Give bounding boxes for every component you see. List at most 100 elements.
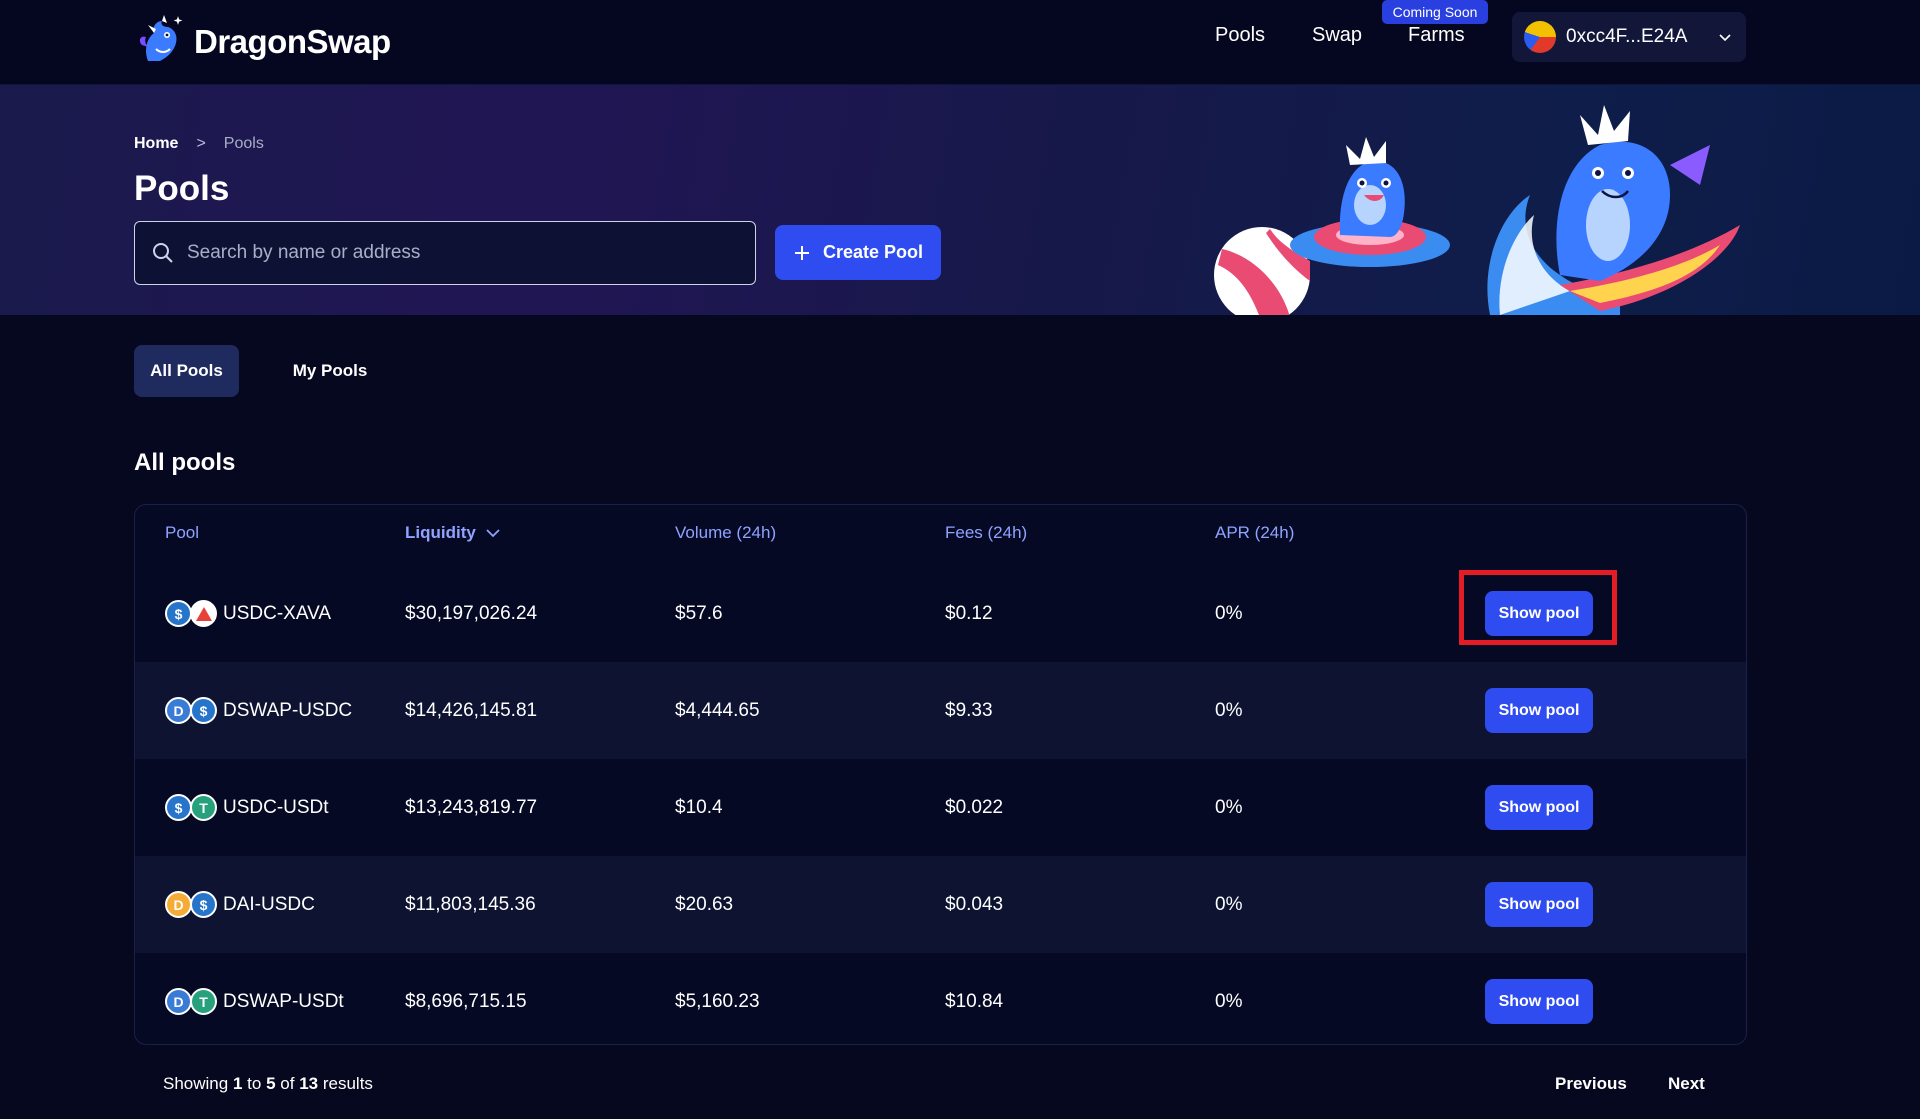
action-cell: Show pool [1485,856,1593,953]
token-pair-icons: D $ [165,891,217,918]
range-to: 5 [266,1074,276,1093]
pool-name[interactable]: USDC-XAVA [223,603,331,625]
token-pair-icons: $ T [165,794,217,821]
wallet-avatar [1524,21,1556,53]
nav-farms-link[interactable]: Farms [1408,24,1465,47]
pool-cell: D $ DSWAP-USDC [165,662,352,759]
tab-my-pools[interactable]: My Pools [272,345,388,397]
volume-value: $4,444.65 [675,699,760,721]
xava-token-icon [190,600,217,627]
chevron-down-icon [1719,34,1732,42]
usdc-token-icon: $ [190,891,217,918]
breadcrumb-current: Pools [223,135,264,152]
create-pool-label: Create Pool [822,242,924,262]
dragon-logo-icon [139,15,183,61]
table-row: D T DSWAP-USDt $8,696,715.15 $5,160.23 $… [135,953,1746,1044]
logo-text: DragonSwap [194,23,391,60]
wallet-address: 0xcc4F...E24A [1566,26,1688,47]
action-cell: Show pool [1485,759,1593,856]
table-row: $ T USDC-USDt $13,243,819.77 $10.4 $0.02… [135,759,1746,856]
volume-value: $20.63 [675,893,734,915]
nav-pools-link[interactable]: Pools [1215,24,1265,47]
token-pair-icons: D $ [165,697,217,724]
wallet-button[interactable]: 0xcc4F...E24A [1512,12,1746,62]
floating-dragon-icon [1290,137,1450,267]
table-row: D $ DSWAP-USDC $14,426,145.81 $4,444.65 … [135,662,1746,759]
column-header-apr: APR (24h) [1215,523,1295,542]
fees-value: $10.84 [945,990,1004,1012]
action-cell: Show pool [1485,565,1593,662]
usdc-token-icon: $ [190,697,217,724]
usdc-token-icon: $ [165,794,192,821]
range-from: 1 [232,1074,243,1093]
coming-soon-badge: Coming Soon [1382,0,1488,24]
table-header: Pool Liquidity Volume (24h) Fees (24h) A… [135,505,1746,565]
apr-value: 0% [1215,602,1243,624]
pool-cell: $ T USDC-USDt [165,759,329,856]
action-cell: Show pool [1485,953,1593,1044]
show-pool-button[interactable]: Show pool [1485,882,1593,927]
breadcrumb-home[interactable]: Home [134,135,178,153]
pools-table: Pool Liquidity Volume (24h) Fees (24h) A… [134,504,1747,1045]
volume-value: $57.6 [675,602,723,624]
liquidity-value: $30,197,026.24 [405,602,538,624]
column-header-fees: Fees (24h) [945,523,1028,542]
column-header-volume: Volume (24h) [675,523,777,542]
breadcrumb: Home > Pools [134,135,264,153]
apr-value: 0% [1215,699,1243,721]
usdc-token-icon: $ [165,600,192,627]
dragon-mascots-illustration [1214,105,1740,315]
nav-swap-link[interactable]: Swap [1312,24,1362,47]
pool-name[interactable]: DAI-USDC [223,894,315,916]
dswap-token-icon: D [165,697,192,724]
column-header-liquidity[interactable]: Liquidity [405,523,500,543]
show-pool-button[interactable]: Show pool [1485,785,1593,830]
fees-value: $0.043 [945,893,1004,915]
search-icon [153,243,173,263]
pool-cell: $ USDC-XAVA [165,565,331,662]
sort-chevron-down-icon [486,529,500,538]
search-field[interactable] [134,221,756,285]
fees-value: $9.33 [945,699,993,721]
page-title: Pools [134,169,230,208]
apr-value: 0% [1215,990,1243,1012]
pool-cell: D $ DAI-USDC [165,856,315,953]
show-pool-button[interactable]: Show pool [1485,688,1593,733]
section-title: All pools [134,449,236,476]
fees-value: $0.022 [945,796,1004,818]
next-page-button[interactable]: Next [1668,1074,1705,1094]
liquidity-value: $14,426,145.81 [405,699,538,721]
previous-page-button[interactable]: Previous [1555,1074,1627,1094]
token-pair-icons: $ [165,600,217,627]
of-word: of [280,1074,295,1093]
dswap-token-icon: D [165,988,192,1015]
volume-value: $10.4 [675,796,723,818]
results-suffix: results [322,1074,373,1093]
column-header-liquidity-label: Liquidity [405,523,476,542]
create-pool-button[interactable]: Create Pool [775,225,941,280]
results-summary: Showing 1 to 5 of 13 results [163,1074,373,1094]
search-input[interactable] [187,242,747,264]
to-word: to [247,1074,262,1093]
hero-banner: Home > Pools Pools Create Pool [0,85,1920,315]
logo[interactable]: DragonSwap [134,12,391,72]
token-pair-icons: D T [165,988,217,1015]
breadcrumb-chevron-right-icon: > [196,135,206,152]
liquidity-value: $8,696,715.15 [405,990,527,1012]
apr-value: 0% [1215,893,1243,915]
pool-name[interactable]: DSWAP-USDt [223,991,344,1013]
pool-cell: D T DSWAP-USDt [165,953,344,1044]
show-pool-button[interactable]: Show pool [1485,591,1593,636]
volume-value: $5,160.23 [675,990,760,1012]
surfing-dragon-icon [1487,105,1740,315]
liquidity-value: $11,803,145.36 [405,893,536,915]
pool-name[interactable]: DSWAP-USDC [223,700,352,722]
apr-value: 0% [1215,796,1243,818]
top-nav: DragonSwap Pools Swap Coming Soon Farms … [0,0,1920,85]
fees-value: $0.12 [945,602,993,624]
pool-name[interactable]: USDC-USDt [223,797,329,819]
column-header-pool: Pool [165,523,200,542]
tab-all-pools[interactable]: All Pools [134,345,239,397]
total-results: 13 [299,1074,319,1093]
show-pool-button[interactable]: Show pool [1485,979,1593,1024]
